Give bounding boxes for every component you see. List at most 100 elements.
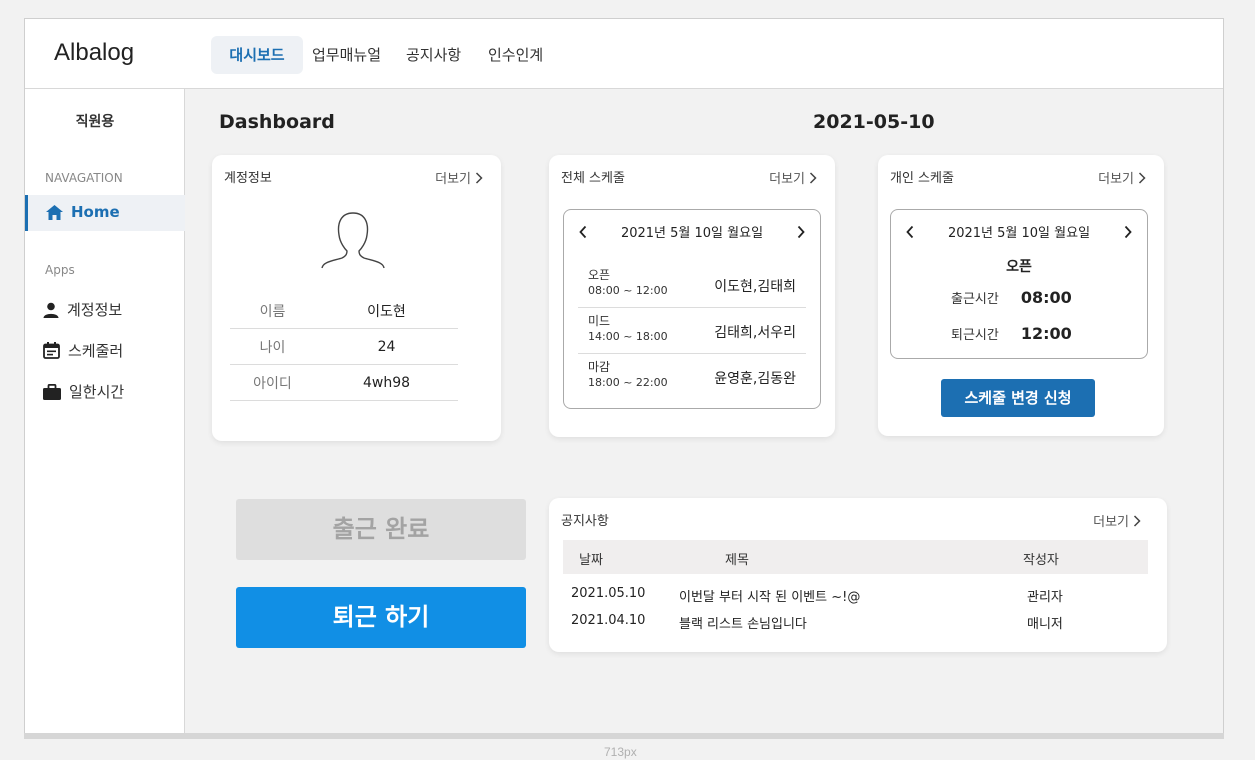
shift-row: 미드 14:00 ~ 18:00 김태희,서우리 — [578, 308, 806, 354]
info-key: 이름 — [259, 303, 286, 320]
sidebar-item-label: 일한시간 — [69, 383, 125, 401]
page-title: Dashboard — [219, 111, 335, 133]
chevron-right-icon — [809, 171, 817, 184]
sidebar-item-scheduler[interactable]: 스케줄러 — [43, 340, 123, 361]
sidebar-item-home[interactable]: Home — [25, 195, 185, 231]
chevron-right-icon — [1138, 171, 1146, 184]
shift-row: 마감 18:00 ~ 22:00 윤영훈,김동완 — [578, 354, 806, 400]
info-value: 24 — [377, 338, 396, 355]
notices-title: 공지사항 — [561, 514, 609, 529]
clock-out-label: 퇴근시간 — [951, 328, 999, 343]
tab-notices[interactable]: 공지사항 — [406, 36, 461, 74]
all-schedule-date: 2021년 5월 10일 월요일 — [620, 226, 764, 241]
tab-manual[interactable]: 업무매뉴얼 — [312, 36, 381, 74]
more-label: 더보기 — [435, 172, 471, 187]
clock-in-time: 08:00 — [1020, 288, 1072, 307]
canvas-bottom-bar — [24, 733, 1224, 739]
more-label: 더보기 — [1098, 172, 1134, 187]
more-label: 더보기 — [769, 172, 805, 187]
account-card-title: 계정정보 — [224, 171, 272, 186]
personal-schedule-title: 개인 스케줄 — [890, 171, 954, 186]
main-content: Dashboard 2021-05-10 계정정보 더보기 이름 이도현 나이 … — [185, 89, 1223, 733]
sidebar-item-account[interactable]: 계정정보 — [43, 299, 122, 320]
notice-author: 관리자 — [1027, 590, 1063, 605]
sidebar-item-worktime[interactable]: 일한시간 — [43, 381, 124, 402]
canvas-size-caption: 713px — [604, 745, 637, 759]
account-row-id: 아이디 4wh98 — [230, 365, 458, 401]
column-author: 작성자 — [1023, 553, 1059, 568]
shift-staff: 김태희,서우리 — [714, 325, 796, 341]
user-avatar-icon — [321, 212, 385, 269]
briefcase-icon — [43, 383, 61, 400]
shift-name: 미드 — [588, 314, 611, 328]
calendar-icon — [43, 342, 60, 359]
app-window: Albalog 대시보드 업무매뉴얼 공지사항 인수인계 직원용 NAVAGAT… — [24, 18, 1224, 733]
account-more-link[interactable]: 더보기 — [435, 168, 483, 187]
shift-time: 14:00 ~ 18:00 — [588, 330, 668, 343]
shift-time: 08:00 ~ 12:00 — [588, 284, 668, 297]
chevron-right-icon[interactable] — [1123, 225, 1133, 239]
clock-in-row: 출근시간 08:00 — [951, 288, 1072, 307]
all-schedule-title: 전체 스케줄 — [561, 171, 625, 186]
all-schedule-box: 2021년 5월 10일 월요일 오픈 08:00 ~ 12:00 이도현,김태… — [563, 209, 821, 409]
notice-author: 매니저 — [1027, 617, 1063, 632]
notice-date: 2021.05.10 — [571, 586, 646, 601]
sidebar-section-navigation: NAVAGATION — [45, 171, 123, 185]
notice-subject[interactable]: 이번달 부터 시작 된 이벤트 ~!@ — [679, 586, 860, 605]
all-schedule-more-link[interactable]: 더보기 — [769, 168, 817, 187]
notices-card: 공지사항 더보기 날짜 제목 작성자 2021.05.10 이번달 부터 시작 … — [549, 498, 1167, 652]
sidebar-section-apps: Apps — [45, 263, 75, 277]
notices-more-link[interactable]: 더보기 — [1093, 511, 1141, 530]
schedule-change-request-button[interactable]: 스케줄 변경 신청 — [941, 379, 1095, 417]
personal-shift-name: 오픈 — [1006, 259, 1032, 275]
account-card: 계정정보 더보기 이름 이도현 나이 24 아이디 4wh98 — [212, 155, 501, 441]
account-row-age: 나이 24 — [230, 329, 458, 365]
person-icon — [43, 302, 59, 318]
info-key: 나이 — [259, 339, 286, 356]
personal-schedule-date: 2021년 5월 10일 월요일 — [947, 226, 1091, 241]
clock-out-row: 퇴근시간 12:00 — [951, 324, 1072, 343]
top-navbar: Albalog 대시보드 업무매뉴얼 공지사항 인수인계 — [25, 19, 1223, 89]
all-schedule-card: 전체 스케줄 더보기 2021년 5월 10일 월요일 오픈 08:00 ~ 1… — [549, 155, 835, 437]
info-value: 4wh98 — [362, 374, 411, 391]
app-logo[interactable]: Albalog — [54, 39, 134, 67]
home-icon — [46, 204, 63, 220]
all-schedule-date-nav: 2021년 5월 10일 월요일 — [564, 222, 820, 241]
sidebar-title: 직원용 — [75, 114, 115, 130]
account-row-name: 이름 이도현 — [230, 293, 458, 329]
info-value: 이도현 — [367, 303, 406, 320]
shift-row: 오픈 08:00 ~ 12:00 이도현,김태희 — [578, 262, 806, 308]
column-subject: 제목 — [725, 553, 749, 568]
shift-name: 마감 — [588, 360, 611, 374]
current-date: 2021-05-10 — [813, 111, 935, 133]
sidebar-item-label: 계정정보 — [67, 301, 123, 319]
clock-out-button[interactable]: 퇴근 하기 — [236, 587, 526, 648]
more-label: 더보기 — [1093, 515, 1129, 530]
notice-date: 2021.04.10 — [571, 613, 646, 628]
chevron-left-icon[interactable] — [905, 225, 915, 239]
shift-name: 오픈 — [588, 268, 611, 282]
tab-handover[interactable]: 인수인계 — [488, 36, 543, 74]
clock-out-time: 12:00 — [1020, 324, 1072, 343]
sidebar: 직원용 NAVAGATION Home Apps 계정정보 스케줄러 일한시간 — [25, 89, 185, 733]
column-date: 날짜 — [579, 553, 603, 568]
notice-row[interactable]: 2021.04.10 블랙 리스트 손님입니다 매니저 — [563, 609, 1148, 635]
sidebar-item-label: 스케줄러 — [68, 342, 124, 360]
shift-time: 18:00 ~ 22:00 — [588, 376, 668, 389]
chevron-right-icon — [1133, 514, 1141, 527]
personal-schedule-date-nav: 2021년 5월 10일 월요일 — [891, 222, 1147, 241]
notice-row[interactable]: 2021.05.10 이번달 부터 시작 된 이벤트 ~!@ 관리자 — [563, 582, 1148, 608]
clock-in-label: 출근시간 — [951, 292, 999, 307]
personal-schedule-more-link[interactable]: 더보기 — [1098, 168, 1146, 187]
sidebar-home-link[interactable]: Home — [46, 203, 120, 221]
personal-schedule-card: 개인 스케줄 더보기 2021년 5월 10일 월요일 오픈 출근시간 08:0… — [878, 155, 1164, 436]
chevron-left-icon[interactable] — [578, 225, 588, 239]
chevron-right-icon[interactable] — [796, 225, 806, 239]
notice-subject[interactable]: 블랙 리스트 손님입니다 — [679, 613, 807, 632]
notices-table-header: 날짜 제목 작성자 — [563, 540, 1148, 574]
account-info-table: 이름 이도현 나이 24 아이디 4wh98 — [230, 293, 458, 401]
clock-in-done-button[interactable]: 출근 완료 — [236, 499, 526, 560]
shift-staff: 윤영훈,김동완 — [714, 371, 796, 387]
chevron-right-icon — [475, 171, 483, 184]
tab-dashboard[interactable]: 대시보드 — [211, 36, 303, 74]
